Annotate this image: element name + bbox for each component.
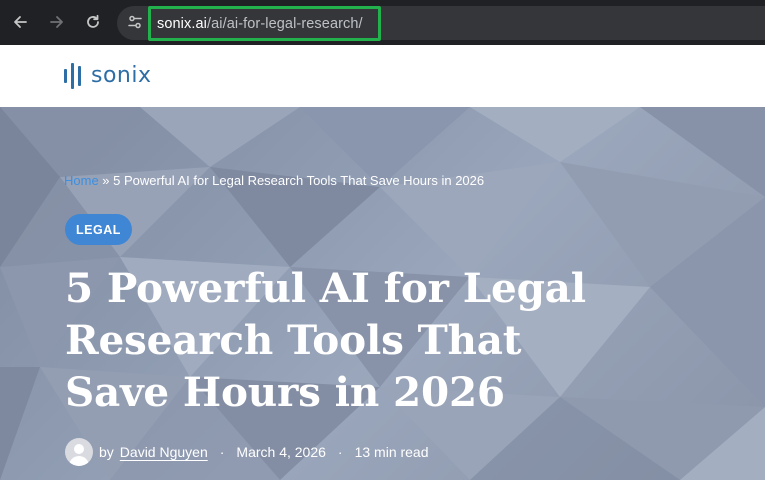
read-time: 13 min read bbox=[354, 443, 429, 460]
arrow-right-icon bbox=[50, 16, 63, 28]
url-highlight-box[interactable]: sonix.ai/ai/ai-for-legal-research/ bbox=[148, 6, 381, 41]
publish-date: March 4, 2026 bbox=[236, 443, 326, 460]
forward-button[interactable] bbox=[45, 10, 69, 34]
article-title: 5 Powerful AI for Legal Research Tools T… bbox=[65, 264, 586, 416]
byline: by David Nguyen · March 4, 2026 · 13 min… bbox=[65, 437, 429, 466]
url-text[interactable]: sonix.ai/ai/ai-for-legal-research/ bbox=[157, 16, 363, 32]
logo-text: sonix bbox=[91, 63, 152, 88]
breadcrumb: Home » 5 Powerful AI for Legal Research … bbox=[64, 173, 484, 188]
url-path: /ai/ai-for-legal-research/ bbox=[206, 15, 363, 32]
byline-separator: · bbox=[219, 443, 225, 460]
category-tag[interactable]: LEGAL bbox=[65, 214, 132, 245]
site-logo[interactable]: sonix bbox=[64, 62, 152, 90]
tune-icon bbox=[128, 15, 142, 29]
reload-icon bbox=[87, 14, 99, 28]
by-label: by bbox=[99, 443, 114, 460]
avatar[interactable] bbox=[65, 437, 93, 466]
reload-button[interactable] bbox=[81, 10, 105, 34]
sonix-logo-icon bbox=[64, 62, 81, 90]
author-link[interactable]: David Nguyen bbox=[120, 444, 208, 460]
back-button[interactable] bbox=[8, 10, 32, 34]
breadcrumb-home-link[interactable]: Home bbox=[64, 173, 99, 188]
byline-separator: · bbox=[337, 443, 343, 460]
url-domain: sonix.ai bbox=[157, 15, 207, 32]
browser-toolbar: sonix.ai/ai/ai-for-legal-research/ bbox=[0, 0, 765, 45]
avatar-user-icon bbox=[74, 443, 84, 454]
breadcrumb-current: 5 Powerful AI for Legal Research Tools T… bbox=[113, 173, 485, 188]
breadcrumb-separator: » bbox=[98, 173, 114, 188]
arrow-left-icon bbox=[14, 16, 27, 28]
site-info-button[interactable] bbox=[124, 11, 146, 33]
